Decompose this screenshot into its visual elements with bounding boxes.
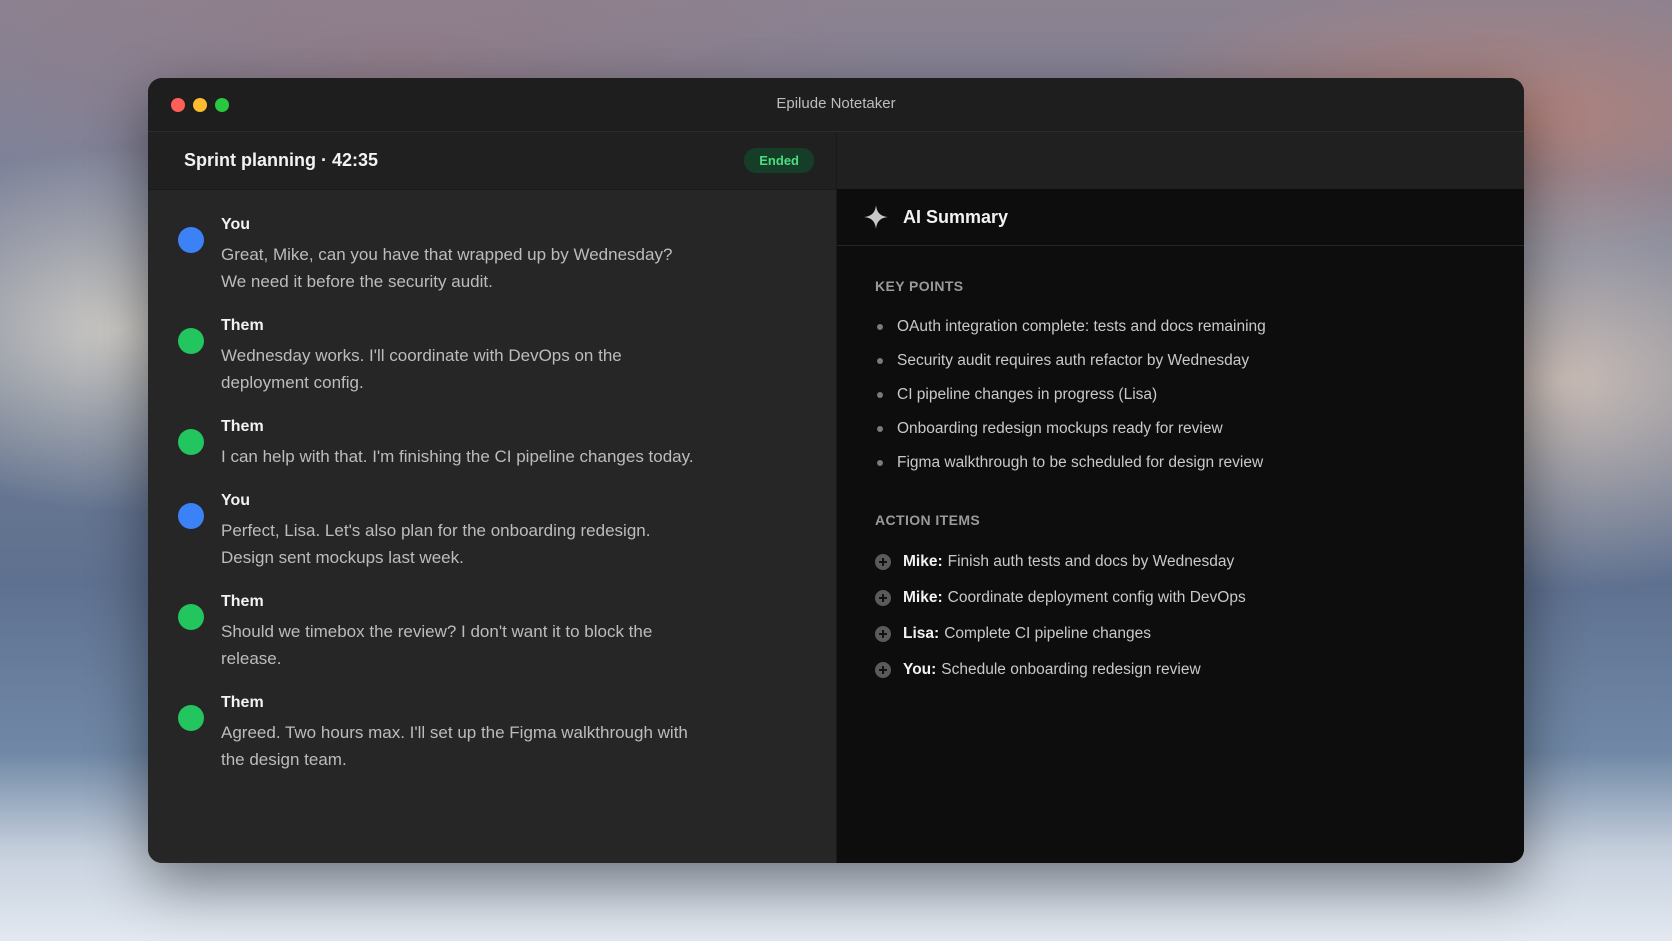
bullet-icon: [877, 426, 883, 432]
key-points-heading: KEY POINTS: [875, 278, 964, 294]
key-point-text: Onboarding redesign mockups ready for re…: [897, 420, 1223, 437]
action-item-owner: You:: [903, 661, 937, 678]
action-item: Mike: Finish auth tests and docs by Wedn…: [875, 544, 1524, 580]
session-title: Sprint planning · 42:35: [184, 150, 379, 170]
message-text: Wednesday works. I'll coordinate with De…: [221, 346, 622, 392]
add-task-icon[interactable]: [875, 590, 891, 606]
action-item: You: Schedule onboarding redesign review: [875, 652, 1524, 688]
transcript-message: Them Should we timebox the review? I don…: [178, 593, 836, 672]
key-point-item: Onboarding redesign mockups ready for re…: [875, 412, 1524, 446]
app-window: Epilude Notetaker Sprint planning · 42:3…: [148, 78, 1524, 863]
avatar: [178, 429, 204, 455]
action-item-owner: Mike:: [903, 589, 943, 606]
summary-panel: AI Summary KEY POINTS OAuth integration …: [837, 132, 1524, 863]
ai-summary-header: AI Summary: [837, 189, 1524, 246]
action-item-owner: Mike:: [903, 553, 943, 570]
message-text: Great, Mike, can you have that wrapped u…: [221, 245, 673, 291]
avatar: [178, 328, 204, 354]
add-task-icon[interactable]: [875, 662, 891, 678]
bullet-icon: [877, 324, 883, 330]
action-item-task: Complete CI pipeline changes: [944, 625, 1151, 642]
avatar: [178, 227, 204, 253]
key-points-section: KEY POINTS OAuth integration complete: t…: [837, 278, 1524, 480]
key-point-text: OAuth integration complete: tests and do…: [897, 318, 1266, 335]
key-point-text: CI pipeline changes in progress (Lisa): [897, 386, 1158, 403]
message-text: I can help with that. I'm finishing the …: [221, 447, 694, 466]
message-text: Perfect, Lisa. Let's also plan for the o…: [221, 521, 651, 567]
speaker-name: You: [221, 216, 251, 233]
action-item-task: Finish auth tests and docs by Wednesday: [947, 553, 1235, 570]
action-items-section: ACTION ITEMS Mike: Finish auth tests and…: [837, 512, 1524, 688]
key-point-item: OAuth integration complete: tests and do…: [875, 310, 1524, 344]
message-text: Agreed. Two hours max. I'll set up the F…: [221, 723, 688, 769]
window-title: Epilude Notetaker: [776, 95, 896, 112]
main-content: Sprint planning · 42:35 Ended You Great,…: [148, 132, 1524, 863]
transcript-message: You Perfect, Lisa. Let's also plan for t…: [178, 492, 836, 571]
transcript-message: Them I can help with that. I'm finishing…: [178, 418, 836, 470]
speaker-name: You: [221, 492, 251, 509]
speaker-name: Them: [221, 418, 264, 435]
speaker-name: Them: [221, 593, 264, 610]
action-item: Mike: Coordinate deployment config with …: [875, 580, 1524, 616]
avatar: [178, 604, 204, 630]
action-item-task: Schedule onboarding redesign review: [941, 661, 1201, 678]
action-item-owner: Lisa:: [903, 625, 940, 642]
avatar: [178, 503, 204, 529]
bullet-icon: [877, 460, 883, 466]
key-point-item: Security audit requires auth refactor by…: [875, 344, 1524, 378]
speaker-name: Them: [221, 317, 264, 334]
action-item: Lisa: Complete CI pipeline changes: [875, 616, 1524, 652]
key-point-text: Security audit requires auth refactor by…: [897, 352, 1250, 369]
add-task-icon[interactable]: [875, 626, 891, 642]
bullet-icon: [877, 392, 883, 398]
transcript-message: You Great, Mike, can you have that wrapp…: [178, 216, 836, 295]
background-snow: [0, 851, 1672, 941]
key-point-text: Figma walkthrough to be scheduled for de…: [897, 454, 1264, 471]
session-header: Sprint planning · 42:35 Ended: [148, 132, 836, 190]
speaker-name: Them: [221, 694, 264, 711]
message-text: Should we timebox the review? I don't wa…: [221, 622, 653, 668]
transcript-message: Them Agreed. Two hours max. I'll set up …: [178, 694, 836, 773]
bullet-icon: [877, 358, 883, 364]
action-item-task: Coordinate deployment config with DevOps: [947, 589, 1246, 606]
transcript-message: Them Wednesday works. I'll coordinate wi…: [178, 317, 836, 396]
add-task-icon[interactable]: [875, 554, 891, 570]
avatar: [178, 705, 204, 731]
transcript-list: You Great, Mike, can you have that wrapp…: [148, 190, 836, 773]
sparkle-icon: [864, 205, 888, 229]
ai-summary-title: AI Summary: [903, 206, 1009, 227]
status-badge: Ended: [744, 148, 814, 173]
title-bar: Epilude Notetaker: [148, 78, 1524, 132]
key-point-item: CI pipeline changes in progress (Lisa): [875, 378, 1524, 412]
transcript-panel: Sprint planning · 42:35 Ended You Great,…: [148, 132, 837, 863]
summary-header-bar: [837, 132, 1524, 189]
key-point-item: Figma walkthrough to be scheduled for de…: [875, 446, 1524, 480]
action-items-heading: ACTION ITEMS: [875, 512, 981, 528]
